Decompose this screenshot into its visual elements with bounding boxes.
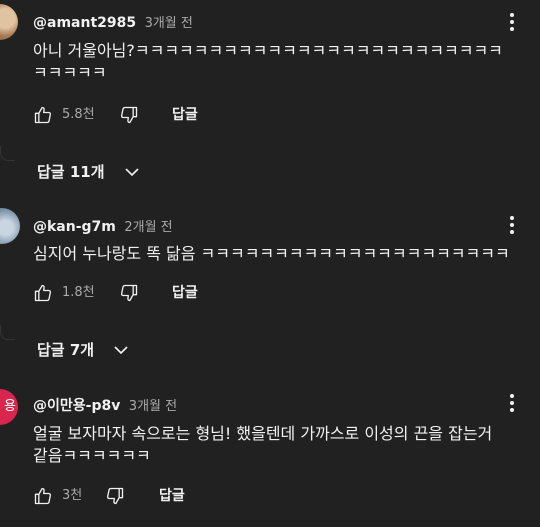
- replies-toggle-label: 답글 11개: [37, 163, 105, 181]
- comment-time[interactable]: 3개월 전: [129, 399, 177, 414]
- like-icon[interactable]: [33, 105, 53, 125]
- dislike-icon[interactable]: [119, 283, 139, 303]
- more-actions-icon[interactable]: [505, 392, 519, 416]
- like-icon[interactable]: [33, 486, 53, 506]
- reply-button[interactable]: 답글: [172, 281, 198, 305]
- comment-actions: 5.8천 답글: [33, 103, 233, 127]
- comment-text-line: ㅋㅋㅋㅋㅋ: [33, 63, 107, 82]
- like-icon[interactable]: [33, 283, 53, 303]
- like-count: 5.8천: [62, 107, 95, 122]
- comment-actions: 1.8천 답글: [33, 281, 233, 305]
- comment-author[interactable]: @amant2985: [33, 15, 136, 31]
- avatar-initial: 용: [4, 399, 16, 414]
- comment-text: 얼굴 보자마자 속으로는 형님! 했을텐데 가까스로 이성의 끈을 잡는거 같음…: [33, 423, 533, 467]
- comment-text-line: 같음ㅋㅋㅋㅋㅋㅋ: [33, 446, 151, 465]
- comment-time[interactable]: 3개월 전: [145, 16, 193, 31]
- comment-text: 심지어 누나랑도 똑 닮음 ㅋㅋㅋㅋㅋㅋㅋㅋㅋㅋㅋㅋㅋㅋㅋㅋㅋㅋㅋㅋㅋ: [33, 243, 533, 265]
- dislike-icon[interactable]: [119, 105, 139, 125]
- replies-toggle-label: 답글 7개: [37, 341, 95, 359]
- chevron-down-icon: [114, 346, 128, 355]
- comment-text-line: 얼굴 보자마자 속으로는 형님! 했을텐데 가까스로 이성의 끈을 잡는거: [33, 424, 493, 443]
- like-count: 1.8천: [62, 285, 95, 300]
- comment-text-line: 아니 거울아님?ㅋㅋㅋㅋㅋㅋㅋㅋㅋㅋㅋㅋㅋㅋㅋㅋㅋㅋㅋㅋㅋㅋㅋㅋㅋ: [33, 41, 503, 60]
- comment-time[interactable]: 2개월 전: [124, 220, 172, 235]
- more-actions-icon[interactable]: [505, 11, 519, 35]
- thread-connector: [0, 325, 15, 340]
- comment-author[interactable]: @이만용-p8v: [33, 398, 120, 414]
- chevron-down-icon: [125, 168, 139, 177]
- more-actions-icon[interactable]: [505, 214, 519, 238]
- dislike-icon[interactable]: [105, 486, 125, 506]
- avatar[interactable]: [0, 208, 20, 244]
- avatar[interactable]: [0, 4, 18, 40]
- thread-connector: [0, 146, 15, 161]
- reply-button[interactable]: 답글: [159, 484, 185, 508]
- comment-author[interactable]: @kan-g7m: [33, 219, 116, 235]
- avatar[interactable]: 용: [0, 389, 18, 425]
- replies-toggle[interactable]: 답글 11개: [37, 160, 139, 184]
- comment-text: 아니 거울아님?ㅋㅋㅋㅋㅋㅋㅋㅋㅋㅋㅋㅋㅋㅋㅋㅋㅋㅋㅋㅋㅋㅋㅋㅋㅋ ㅋㅋㅋㅋㅋ: [33, 40, 533, 84]
- comment-text-line: 심지어 누나랑도 똑 닮음 ㅋㅋㅋㅋㅋㅋㅋㅋㅋㅋㅋㅋㅋㅋㅋㅋㅋㅋㅋㅋㅋ: [33, 244, 510, 263]
- reply-button[interactable]: 답글: [172, 103, 198, 127]
- replies-toggle[interactable]: 답글 7개: [37, 338, 128, 362]
- comment-actions: 3천 답글: [33, 484, 233, 508]
- like-count: 3천: [62, 488, 83, 503]
